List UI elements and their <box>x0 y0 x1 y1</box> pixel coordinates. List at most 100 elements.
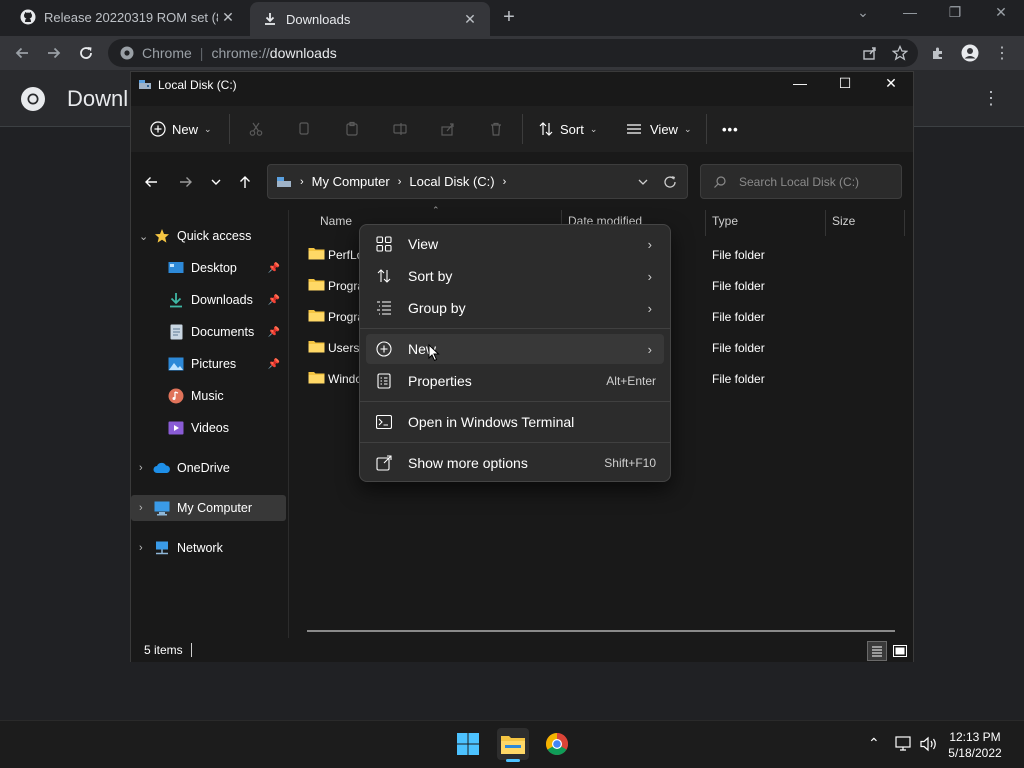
file-type: File folder <box>712 341 765 355</box>
sidebar-item-pictures[interactable]: Pictures 📌 <box>131 349 286 379</box>
column-divider[interactable] <box>904 210 905 236</box>
tab-release-rom-set[interactable]: Release 20220319 ROM set (868 ✕ <box>8 0 248 34</box>
explorer-search-input[interactable]: Search Local Disk (C:) <box>700 164 902 199</box>
column-header-size[interactable]: Size <box>832 214 855 228</box>
pin-icon[interactable]: 📌 <box>268 359 280 370</box>
new-label: New <box>172 121 199 137</box>
show-hidden-icons-icon[interactable]: ⌃ <box>868 735 880 752</box>
menu-item-open-terminal[interactable]: Open in Windows Terminal <box>366 407 664 437</box>
details-view-icon[interactable] <box>867 641 887 661</box>
chrome-logo-icon <box>20 86 46 112</box>
new-tab-button[interactable]: + <box>498 6 520 28</box>
close-tab-icon[interactable]: ✕ <box>460 11 480 28</box>
sidebar-item-desktop[interactable]: Desktop 📌 <box>131 253 286 283</box>
chevron-right-icon[interactable]: › <box>139 462 153 474</box>
volume-icon[interactable] <box>920 736 938 752</box>
bookmark-star-icon[interactable] <box>892 45 908 61</box>
cut-icon[interactable] <box>244 117 268 141</box>
system-clock[interactable]: 12:13 PM 5/18/2022 <box>940 729 1010 761</box>
site-label: Chrome <box>142 45 192 61</box>
column-header-type[interactable]: Type <box>712 214 738 228</box>
tab-downloads[interactable]: Downloads ✕ <box>250 2 490 36</box>
sidebar-item-documents[interactable]: Documents 📌 <box>131 317 286 347</box>
window-title: Local Disk (C:) <box>158 78 237 92</box>
refresh-icon[interactable] <box>663 175 677 189</box>
close-tab-icon[interactable]: ✕ <box>218 9 238 26</box>
recent-locations-icon[interactable] <box>204 170 228 194</box>
chevron-right-icon: › <box>647 300 652 316</box>
group-list-icon <box>374 298 394 318</box>
expand-icon <box>374 453 394 473</box>
new-button[interactable]: New ⌄ <box>150 117 212 141</box>
menu-item-show-more-options[interactable]: Show more options Shift+F10 <box>366 448 664 478</box>
delete-icon[interactable] <box>484 117 508 141</box>
pin-icon[interactable]: 📌 <box>268 263 280 274</box>
downloads-menu-icon[interactable]: ⋮ <box>982 88 1000 109</box>
tiles-view-icon[interactable] <box>890 641 910 661</box>
start-button[interactable] <box>452 728 484 760</box>
menu-item-view[interactable]: View › <box>366 229 664 259</box>
forward-icon[interactable] <box>174 170 198 194</box>
view-button[interactable]: View ⌄ <box>626 117 692 141</box>
download-icon <box>262 11 278 27</box>
chevron-right-icon[interactable]: › <box>139 542 153 554</box>
minimize-icon[interactable]: — <box>896 4 924 26</box>
column-divider[interactable] <box>705 210 706 236</box>
file-explorer-taskbar-icon[interactable] <box>497 728 529 760</box>
close-window-icon[interactable]: ✕ <box>987 4 1015 26</box>
share-icon[interactable] <box>862 45 878 61</box>
sidebar-item-music[interactable]: Music <box>131 381 286 411</box>
rename-icon[interactable] <box>388 117 412 141</box>
sidebar-item-quick-access[interactable]: ⌄ Quick access <box>131 221 286 251</box>
sidebar-item-videos[interactable]: Videos <box>131 413 286 443</box>
file-type: File folder <box>712 310 765 324</box>
chrome-menu-icon[interactable]: ⋮ <box>990 41 1014 65</box>
menu-item-group-by[interactable]: Group by › <box>366 293 664 323</box>
breadcrumb-local-disk[interactable]: Local Disk (C:) <box>409 174 494 189</box>
sort-button[interactable]: Sort ⌄ <box>538 117 597 141</box>
more-options-button[interactable]: ••• <box>722 117 739 141</box>
share-icon[interactable] <box>436 117 460 141</box>
breadcrumb-my-computer[interactable]: My Computer <box>312 174 390 189</box>
column-divider[interactable] <box>825 210 826 236</box>
copy-icon[interactable] <box>292 117 316 141</box>
forward-icon[interactable] <box>42 41 66 65</box>
explorer-close-icon[interactable]: ✕ <box>876 75 906 95</box>
back-icon[interactable] <box>139 170 163 194</box>
menu-item-sort-by[interactable]: Sort by › <box>366 261 664 291</box>
chrome-taskbar-icon[interactable] <box>541 728 573 760</box>
horizontal-scrollbar[interactable] <box>307 630 895 632</box>
pin-icon[interactable]: 📌 <box>268 295 280 306</box>
picture-icon <box>167 355 185 373</box>
reload-icon[interactable] <box>74 41 98 65</box>
column-header-name[interactable]: Name <box>320 214 352 228</box>
up-icon[interactable] <box>233 170 257 194</box>
menu-item-new[interactable]: New › <box>366 334 664 364</box>
sidebar-item-downloads[interactable]: Downloads 📌 <box>131 285 286 315</box>
address-bar[interactable]: Chrome | chrome:// downloads <box>108 39 918 67</box>
github-icon <box>20 9 36 25</box>
back-icon[interactable] <box>10 41 34 65</box>
explorer-minimize-icon[interactable]: — <box>785 75 815 95</box>
sidebar-item-onedrive[interactable]: › OneDrive <box>131 453 286 483</box>
menu-item-properties[interactable]: Properties Alt+Enter <box>366 366 664 396</box>
explorer-maximize-icon[interactable]: ☐ <box>830 75 860 95</box>
active-app-indicator <box>506 759 520 762</box>
network-icon <box>153 539 171 557</box>
chevron-down-icon[interactable]: ⌄ <box>139 230 153 243</box>
profile-avatar-icon[interactable] <box>958 41 982 65</box>
explorer-address-bar[interactable]: › My Computer › Local Disk (C:) › <box>267 164 688 199</box>
network-status-icon[interactable] <box>895 736 913 752</box>
status-bar <box>131 638 913 662</box>
paste-icon[interactable] <box>340 117 364 141</box>
chevron-right-icon[interactable]: › <box>139 502 153 514</box>
restore-icon[interactable]: ❐ <box>941 4 969 26</box>
extensions-icon[interactable] <box>926 41 950 65</box>
address-dropdown-icon[interactable] <box>637 176 649 188</box>
tab-search-icon[interactable]: ⌄ <box>849 4 877 26</box>
file-type: File folder <box>712 248 765 262</box>
sidebar-item-my-computer[interactable]: › My Computer <box>131 493 286 523</box>
pin-icon[interactable]: 📌 <box>268 327 280 338</box>
sidebar-item-network[interactable]: › Network <box>131 533 286 563</box>
cloud-icon <box>153 459 171 477</box>
